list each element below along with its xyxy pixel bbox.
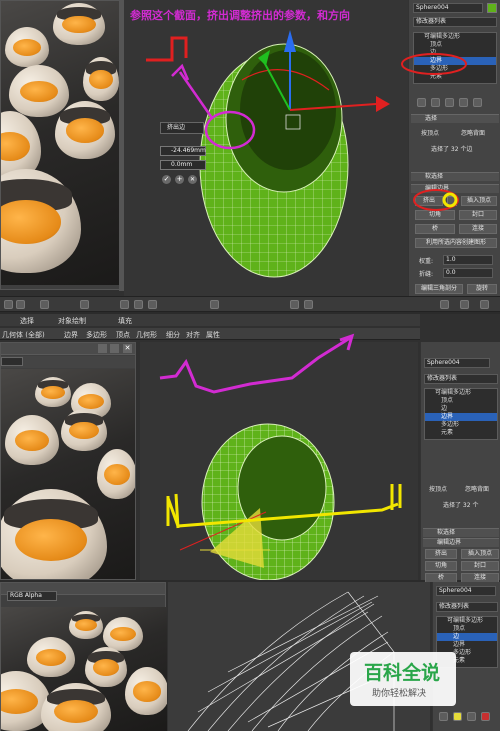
select-link-icon[interactable] — [40, 300, 49, 309]
mirror-icon[interactable] — [290, 300, 299, 309]
stack-item-selected[interactable]: 边 — [437, 633, 497, 641]
stack-item[interactable]: 顶点 — [437, 625, 497, 633]
select-object-icon[interactable] — [80, 300, 89, 309]
stack-item[interactable]: 边界 — [437, 641, 497, 649]
egg-chair-image — [85, 647, 127, 687]
material-editor-icon[interactable] — [440, 300, 449, 309]
egg-chair-image — [69, 611, 103, 639]
annotation-overlay — [159, 333, 402, 529]
pin-stack-icon[interactable] — [439, 712, 448, 721]
undo-icon[interactable] — [4, 300, 13, 309]
watermark-subtitle: 助你轻松解决 — [372, 689, 427, 699]
main-toolbar — [0, 296, 500, 312]
align-icon[interactable] — [304, 300, 313, 309]
scale-icon[interactable] — [148, 300, 157, 309]
render-image — [1, 607, 167, 731]
egg-chair-image — [103, 617, 143, 651]
render-frame-window: RGB Alpha — [0, 582, 167, 731]
annotation-overlay — [146, 36, 467, 211]
egg-chair-image — [41, 683, 111, 731]
egg-chair-image — [27, 637, 75, 677]
show-end-result-icon[interactable] — [453, 712, 462, 721]
render-setup-icon[interactable] — [460, 300, 469, 309]
redo-icon[interactable] — [16, 300, 25, 309]
make-unique-icon[interactable] — [467, 712, 476, 721]
rotate-icon[interactable] — [134, 300, 143, 309]
baike-watermark: 百科全说 助你轻松解决 — [350, 652, 456, 706]
channel-select[interactable]: RGB Alpha — [7, 591, 57, 601]
stack-item[interactable]: 可编辑多边形 — [437, 617, 497, 625]
watermark-title: 百科全说 — [364, 662, 441, 684]
snap-icon[interactable] — [210, 300, 219, 309]
move-icon[interactable] — [120, 300, 129, 309]
render-icon[interactable] — [480, 300, 489, 309]
top-screenshot: 挤出边 -24.469mm 0.0mm ✓ + ✕ Sphere004 修改器列… — [0, 0, 500, 312]
egg-chair-image — [125, 667, 167, 715]
modifier-list-dropdown[interactable]: 修改器列表 — [436, 602, 498, 612]
middle-screenshot: 选择 对象绘制 填充 几何体 (全部) 边界 多边形 顶点 几何形 细分 对齐 … — [0, 314, 500, 583]
bottom-screenshot: RGB Alpha Sphere004 修改器列表 可编辑多边形 顶点 边 边界… — [0, 582, 500, 731]
object-name-field[interactable]: Sphere004 — [436, 586, 496, 596]
remove-modifier-icon[interactable] — [481, 712, 490, 721]
